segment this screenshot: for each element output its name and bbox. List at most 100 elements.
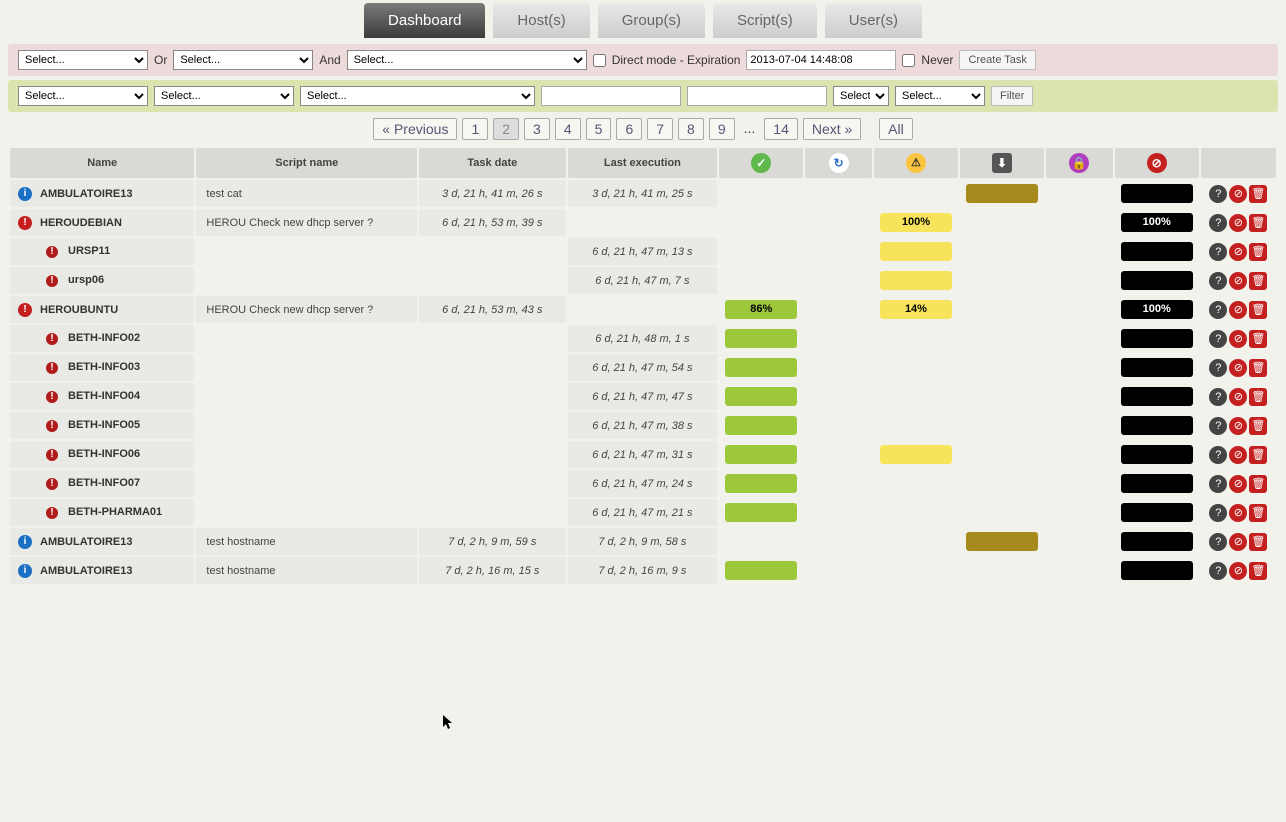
cell-name: !BETH-INFO05: [10, 412, 194, 439]
delete-icon[interactable]: 🗑: [1249, 243, 1267, 261]
help-icon[interactable]: ?: [1209, 533, 1227, 551]
col-status-down[interactable]: ⬇: [960, 148, 1044, 178]
alert-icon: !: [46, 391, 58, 403]
page-7[interactable]: 7: [647, 118, 673, 140]
cell-status-4: [960, 528, 1044, 555]
cell-name: !HEROUBUNTU: [10, 296, 194, 323]
help-icon[interactable]: ?: [1209, 185, 1227, 203]
select-2[interactable]: Select...: [173, 50, 313, 70]
page-all[interactable]: All: [879, 118, 913, 140]
cancel-icon[interactable]: ⊘: [1229, 417, 1247, 435]
delete-icon[interactable]: 🗑: [1249, 417, 1267, 435]
delete-icon[interactable]: 🗑: [1249, 214, 1267, 232]
cell-status-6: [1115, 412, 1199, 439]
filter-select-2[interactable]: Select...: [154, 86, 294, 106]
tab-scripts[interactable]: Script(s): [713, 3, 817, 38]
help-icon[interactable]: ?: [1209, 504, 1227, 522]
cancel-icon[interactable]: ⊘: [1229, 330, 1247, 348]
delete-icon[interactable]: 🗑: [1249, 533, 1267, 551]
help-icon[interactable]: ?: [1209, 475, 1227, 493]
tab-users[interactable]: User(s): [825, 3, 922, 38]
col-status-ban[interactable]: ⊘: [1115, 148, 1199, 178]
help-icon[interactable]: ?: [1209, 214, 1227, 232]
cancel-icon[interactable]: ⊘: [1229, 359, 1247, 377]
help-icon[interactable]: ?: [1209, 272, 1227, 290]
direct-mode-checkbox[interactable]: [593, 54, 606, 67]
cancel-icon[interactable]: ⊘: [1229, 446, 1247, 464]
delete-icon[interactable]: 🗑: [1249, 446, 1267, 464]
check-icon: ✓: [751, 153, 771, 173]
select-1[interactable]: Select...: [18, 50, 148, 70]
filter-select-4[interactable]: Select...: [833, 86, 889, 106]
page-6[interactable]: 6: [616, 118, 642, 140]
cancel-icon[interactable]: ⊘: [1229, 185, 1247, 203]
cancel-icon[interactable]: ⊘: [1229, 272, 1247, 290]
cancel-icon[interactable]: ⊘: [1229, 533, 1247, 551]
delete-icon[interactable]: 🗑: [1249, 272, 1267, 290]
delete-icon[interactable]: 🗑: [1249, 301, 1267, 319]
help-icon[interactable]: ?: [1209, 301, 1227, 319]
col-status-reload[interactable]: ↻: [805, 148, 872, 178]
col-script[interactable]: Script name: [196, 148, 417, 178]
page-5[interactable]: 5: [586, 118, 612, 140]
cell-status-5: [1046, 412, 1113, 439]
cancel-icon[interactable]: ⊘: [1229, 475, 1247, 493]
col-status-ok[interactable]: ✓: [719, 148, 803, 178]
delete-icon[interactable]: 🗑: [1249, 359, 1267, 377]
filter-text-1[interactable]: [541, 86, 681, 106]
never-checkbox[interactable]: [902, 54, 915, 67]
help-icon[interactable]: ?: [1209, 562, 1227, 580]
cancel-icon[interactable]: ⊘: [1229, 504, 1247, 522]
filter-select-3[interactable]: Select...: [300, 86, 535, 106]
cancel-icon[interactable]: ⊘: [1229, 301, 1247, 319]
cell-status-2: [805, 441, 872, 468]
help-icon[interactable]: ?: [1209, 359, 1227, 377]
filter-text-2[interactable]: [687, 86, 827, 106]
page-next[interactable]: Next »: [803, 118, 861, 140]
help-icon[interactable]: ?: [1209, 388, 1227, 406]
page-last[interactable]: 14: [764, 118, 798, 140]
col-task-date[interactable]: Task date: [419, 148, 565, 178]
tab-dashboard[interactable]: Dashboard: [364, 3, 485, 38]
page-3[interactable]: 3: [524, 118, 550, 140]
download-icon: ⬇: [992, 153, 1012, 173]
delete-icon[interactable]: 🗑: [1249, 475, 1267, 493]
select-3[interactable]: Select...: [347, 50, 587, 70]
page-2[interactable]: 2: [493, 118, 519, 140]
help-icon[interactable]: ?: [1209, 330, 1227, 348]
page-4[interactable]: 4: [555, 118, 581, 140]
expiration-input[interactable]: [746, 50, 896, 70]
delete-icon[interactable]: 🗑: [1249, 388, 1267, 406]
page-prev[interactable]: « Previous: [373, 118, 457, 140]
tab-hosts[interactable]: Host(s): [493, 3, 589, 38]
cell-status-5: [1046, 528, 1113, 555]
cell-actions: ?⊘🗑: [1201, 209, 1276, 236]
tab-groups[interactable]: Group(s): [598, 3, 705, 38]
help-icon[interactable]: ?: [1209, 417, 1227, 435]
page-8[interactable]: 8: [678, 118, 704, 140]
alert-icon: !: [46, 246, 58, 258]
filter-select-1[interactable]: Select...: [18, 86, 148, 106]
delete-icon[interactable]: 🗑: [1249, 504, 1267, 522]
cancel-icon[interactable]: ⊘: [1229, 388, 1247, 406]
delete-icon[interactable]: 🗑: [1249, 562, 1267, 580]
cancel-icon[interactable]: ⊘: [1229, 243, 1247, 261]
col-status-lock[interactable]: 🔒: [1046, 148, 1113, 178]
delete-icon[interactable]: 🗑: [1249, 185, 1267, 203]
cell-task-date: [419, 499, 565, 526]
create-task-button[interactable]: Create Task: [959, 50, 1036, 70]
cancel-icon[interactable]: ⊘: [1229, 562, 1247, 580]
col-status-warn[interactable]: ⚠: [874, 148, 958, 178]
page-1[interactable]: 1: [462, 118, 488, 140]
info-icon: i: [18, 187, 32, 201]
page-9[interactable]: 9: [709, 118, 735, 140]
col-last-exec[interactable]: Last execution: [568, 148, 718, 178]
delete-icon[interactable]: 🗑: [1249, 330, 1267, 348]
cell-actions: ?⊘🗑: [1201, 296, 1276, 323]
filter-button[interactable]: Filter: [991, 86, 1033, 106]
filter-select-5[interactable]: Select...: [895, 86, 985, 106]
help-icon[interactable]: ?: [1209, 446, 1227, 464]
col-name[interactable]: Name: [10, 148, 194, 178]
cancel-icon[interactable]: ⊘: [1229, 214, 1247, 232]
help-icon[interactable]: ?: [1209, 243, 1227, 261]
